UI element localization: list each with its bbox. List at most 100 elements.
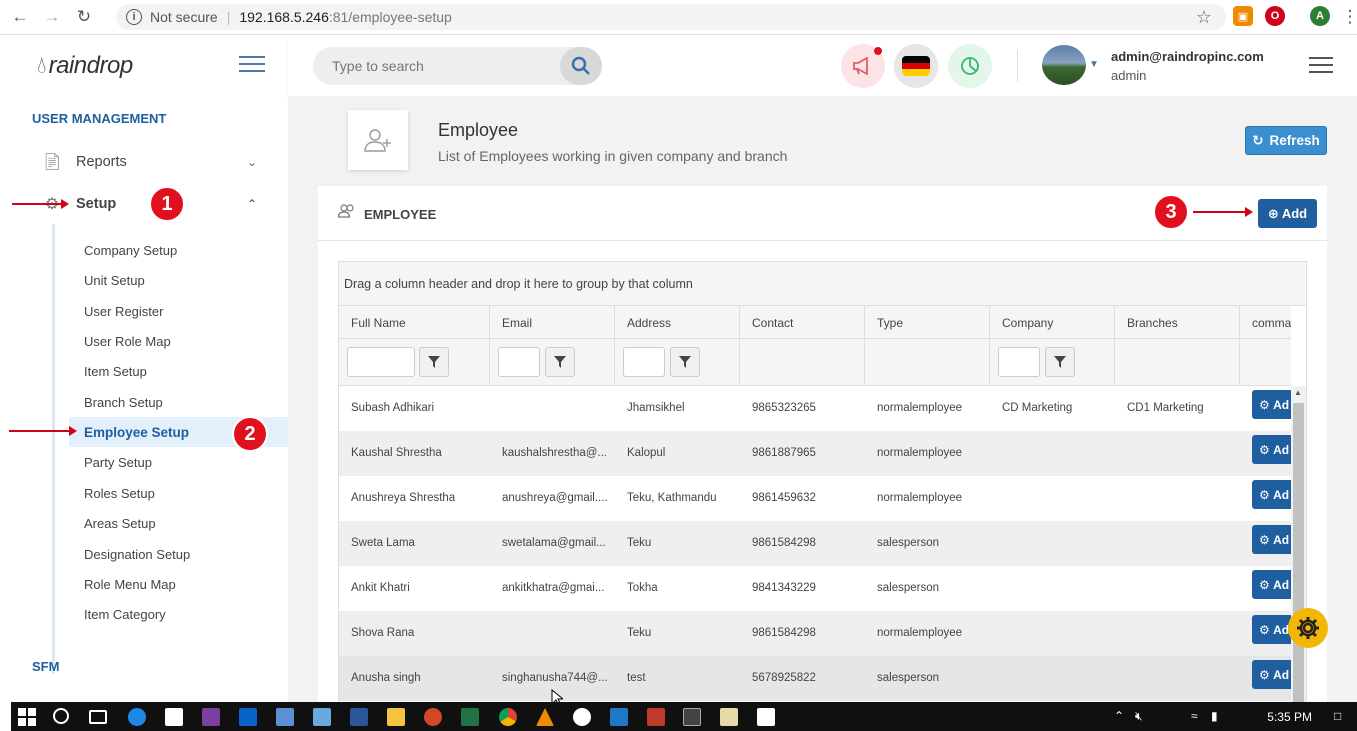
profile-avatar-icon[interactable]: A [1310, 6, 1330, 26]
tray-chevron-icon[interactable]: ⌃ [1114, 709, 1124, 723]
extension-opera-icon[interactable]: O [1265, 6, 1285, 26]
filter-input-email[interactable] [498, 347, 540, 377]
gear-icon: ⚙ [1259, 622, 1270, 637]
app-icon[interactable] [313, 708, 331, 726]
filter-icon[interactable] [670, 347, 700, 377]
word-icon[interactable] [350, 708, 368, 726]
row-command-button[interactable]: ⚙ Ad [1252, 480, 1292, 509]
column-header-type[interactable]: Type [865, 306, 990, 338]
sidebar-sub-designation-setup[interactable]: Designation Setup [84, 547, 190, 562]
sidebar-sub-user-register[interactable]: User Register [84, 304, 163, 319]
sidebar-item-reports[interactable]: 📄︎ Reports ⌄ [42, 148, 257, 176]
address-bar[interactable]: i Not secure | 192.168.5.246:81/employee… [116, 4, 1226, 30]
grid-scrollbar[interactable]: ▲ [1291, 386, 1306, 702]
forward-icon[interactable]: → [40, 5, 64, 29]
wifi-icon[interactable]: ≈ [1191, 709, 1198, 723]
outlook-icon[interactable] [239, 708, 257, 726]
sidebar-sub-roles-setup[interactable]: Roles Setup [84, 486, 155, 501]
sidebar-sub-user-role-map[interactable]: User Role Map [84, 334, 171, 349]
app-icon[interactable] [647, 708, 665, 726]
table-row[interactable]: Anusha singh singhanusha744@... test 567… [339, 656, 1292, 701]
row-command-button[interactable]: ⚙ Ad [1252, 390, 1292, 419]
vlc-icon[interactable] [536, 708, 554, 726]
app-icon[interactable] [720, 708, 738, 726]
file-explorer-icon[interactable] [387, 708, 405, 726]
column-header-email[interactable]: Email [490, 306, 615, 338]
settings-gear-button[interactable] [1288, 608, 1328, 648]
column-header-address[interactable]: Address [615, 306, 740, 338]
scroll-thumb[interactable] [1293, 403, 1304, 702]
extension-bag-icon[interactable]: ▣ [1233, 6, 1253, 26]
cortana-icon[interactable] [53, 708, 69, 724]
clock[interactable]: 5:35 PM [1267, 710, 1312, 724]
gear-icon: ⚙ [1259, 397, 1270, 412]
back-icon[interactable]: ← [8, 5, 32, 29]
notification-center-icon[interactable]: □ [1334, 709, 1341, 723]
filter-input-address[interactable] [623, 347, 665, 377]
refresh-button[interactable]: ↻ Refresh [1245, 126, 1327, 155]
sidebar-sub-party-setup[interactable]: Party Setup [84, 455, 152, 470]
german-flag-icon[interactable] [894, 44, 938, 88]
sidebar-sub-item-setup[interactable]: Item Setup [84, 364, 147, 379]
column-header-contact[interactable]: Contact [740, 306, 865, 338]
pie-chart-icon[interactable] [948, 44, 992, 88]
volume-icon[interactable]: 🔇︎ [1135, 709, 1143, 724]
store-icon[interactable] [165, 708, 183, 726]
megaphone-icon[interactable] [841, 44, 885, 88]
sidebar-sub-unit-setup[interactable]: Unit Setup [84, 273, 145, 288]
column-header-branches[interactable]: Branches [1115, 306, 1240, 338]
avatar[interactable] [1042, 45, 1086, 85]
group-drop-area[interactable]: Drag a column header and drop it here to… [339, 262, 1306, 306]
caret-down-icon[interactable]: ▼ [1089, 59, 1099, 70]
app-icon[interactable] [276, 708, 294, 726]
table-row[interactable]: Shova Rana Teku 9861584298 normalemploye… [339, 611, 1292, 656]
sidebar-sub-company-setup[interactable]: Company Setup [84, 243, 177, 258]
row-command-button[interactable]: ⚙ Ad [1252, 435, 1292, 464]
filter-icon[interactable] [545, 347, 575, 377]
task-view-icon[interactable] [89, 710, 107, 724]
table-row[interactable]: Subash Adhikari Jhamsikhel 9865323265 no… [339, 386, 1292, 431]
battery-icon[interactable]: ▮ [1211, 709, 1218, 723]
menu-icon[interactable] [1309, 57, 1333, 78]
reload-icon[interactable]: ↻ [72, 5, 96, 29]
filter-input-company[interactable] [998, 347, 1040, 377]
chrome-icon[interactable] [499, 708, 517, 726]
terminal-icon[interactable] [683, 708, 701, 726]
annotation-badge-3: 3 [1153, 194, 1189, 230]
row-command-button[interactable]: ⚙ Ad [1252, 660, 1292, 689]
search-input[interactable] [332, 58, 552, 74]
add-button[interactable]: ⊕ Add [1258, 199, 1317, 228]
column-header-command[interactable]: comma [1240, 306, 1291, 338]
table-row[interactable]: Sweta Lama swetalama@gmail... Teku 98615… [339, 521, 1292, 566]
app-icon[interactable] [610, 708, 628, 726]
windows-start-icon[interactable] [18, 708, 36, 726]
sidebar-sub-areas-setup[interactable]: Areas Setup [84, 516, 156, 531]
app-icon[interactable] [573, 708, 591, 726]
column-header-company[interactable]: Company [990, 306, 1115, 338]
sidebar-sub-item-category[interactable]: Item Category [84, 607, 166, 622]
table-row[interactable]: Kaushal Shrestha kaushalshrestha@... Kal… [339, 431, 1292, 476]
sidebar-sub-employee-setup[interactable]: Employee Setup [84, 425, 189, 440]
bookmark-star-icon[interactable]: ☆ [1196, 7, 1212, 28]
table-row[interactable]: Anushreya Shrestha anushreya@gmail.... T… [339, 476, 1292, 521]
photos-icon[interactable] [757, 708, 775, 726]
row-command-button[interactable]: ⚙ Ad [1252, 525, 1292, 554]
filter-icon[interactable] [1045, 347, 1075, 377]
table-row[interactable]: Ankit Khatri ankitkhatra@gmai... Tokha 9… [339, 566, 1292, 611]
row-command-button[interactable]: ⚙ Ad [1252, 615, 1292, 644]
sidebar-sub-branch-setup[interactable]: Branch Setup [84, 395, 163, 410]
sidebar-toggle-icon[interactable] [239, 56, 265, 77]
sidebar-sub-role-menu-map[interactable]: Role Menu Map [84, 577, 176, 592]
search-icon[interactable] [560, 47, 602, 85]
filter-icon[interactable] [419, 347, 449, 377]
browser-menu-icon[interactable]: ⋮ [1338, 5, 1357, 29]
filter-input-full-name[interactable] [347, 347, 415, 377]
row-command-button[interactable]: ⚙ Ad [1252, 570, 1292, 599]
powerpoint-icon[interactable] [424, 708, 442, 726]
column-header-full-name[interactable]: Full Name [339, 306, 490, 338]
info-icon[interactable]: i [126, 9, 142, 25]
edge-icon[interactable] [128, 708, 146, 726]
excel-icon[interactable] [461, 708, 479, 726]
scroll-up-icon[interactable]: ▲ [1294, 388, 1302, 397]
onenote-icon[interactable] [202, 708, 220, 726]
